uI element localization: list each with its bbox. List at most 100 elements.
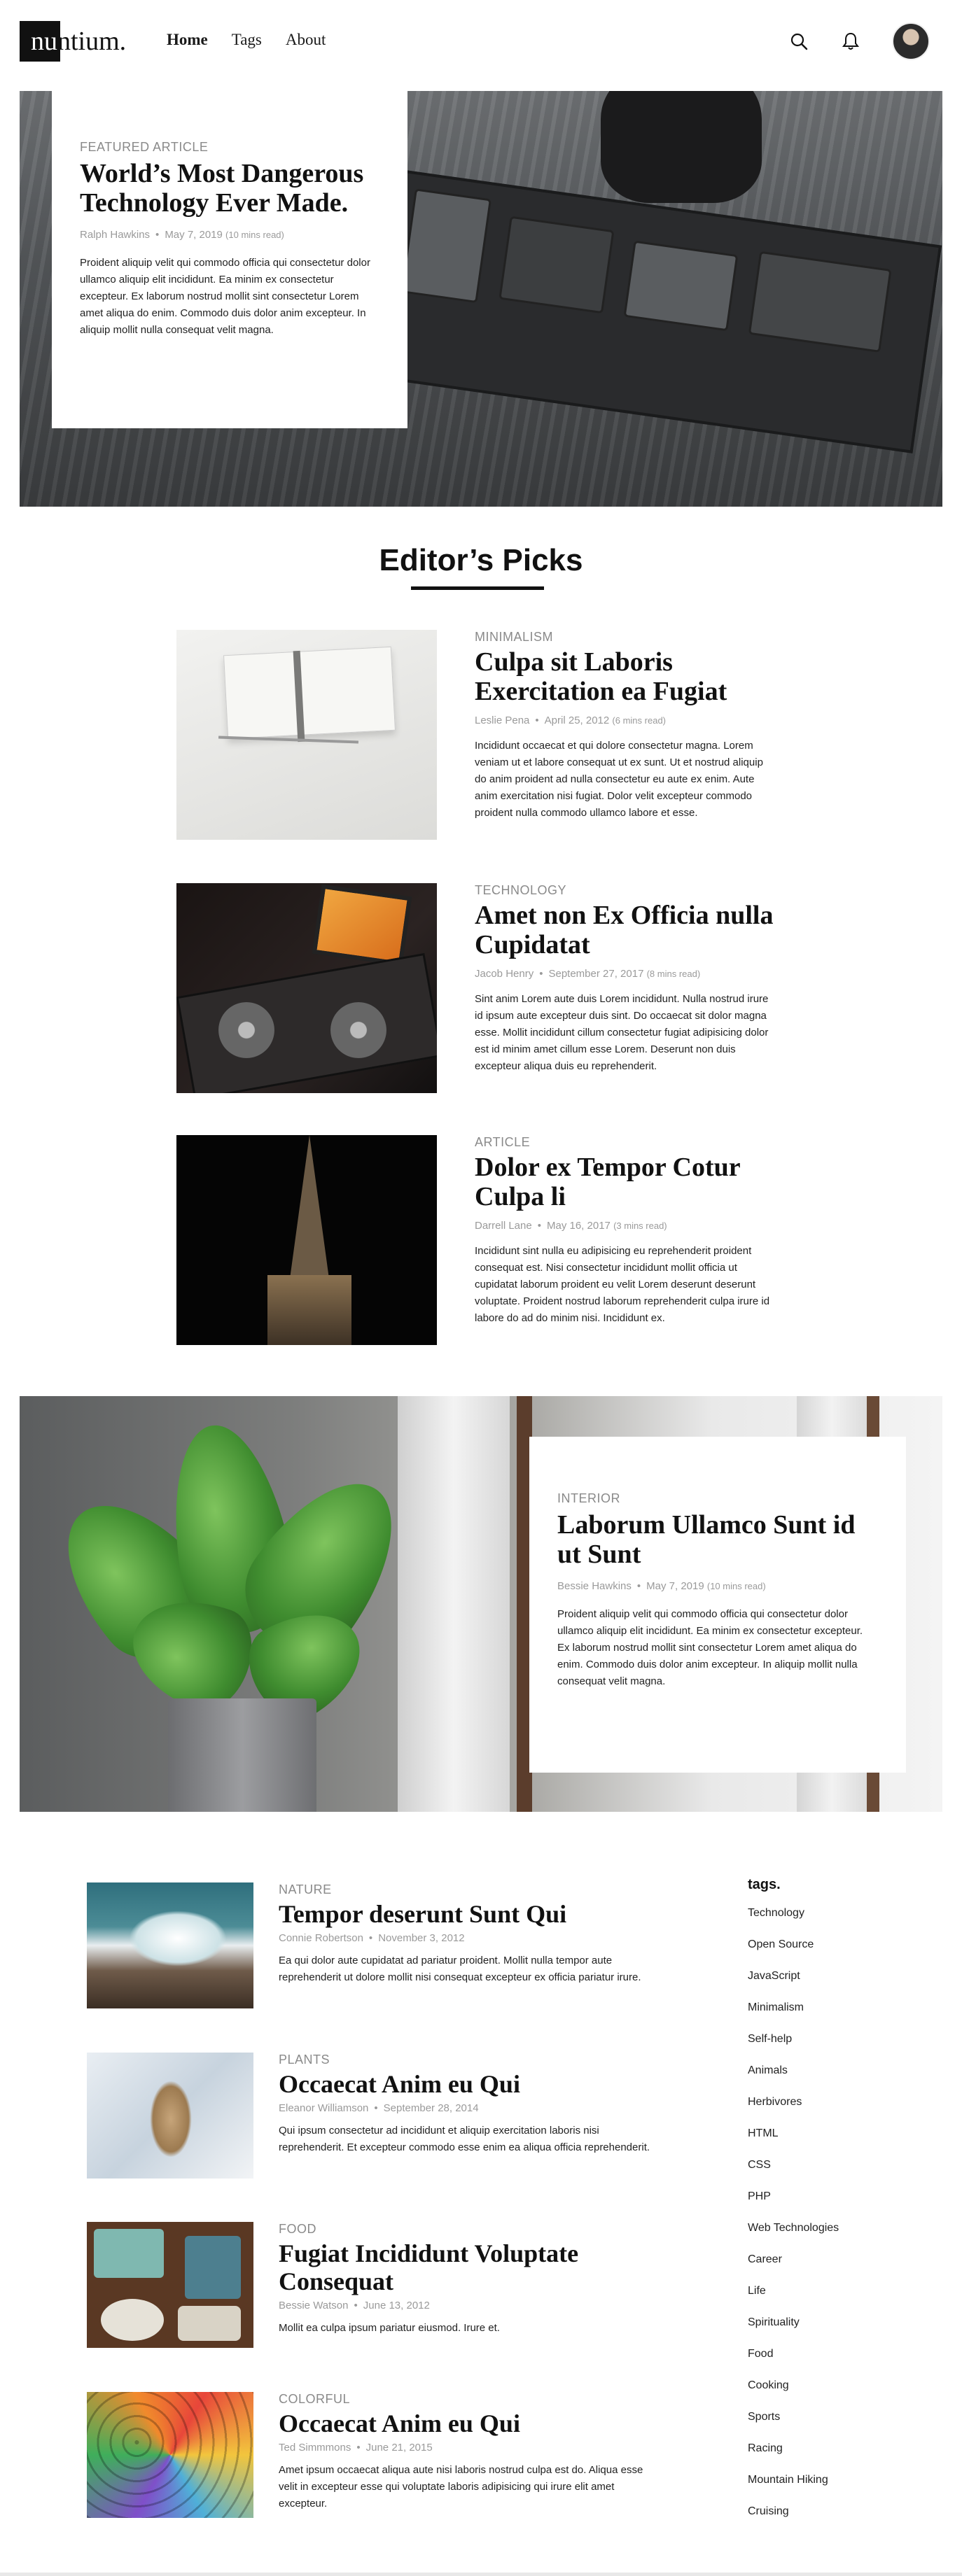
author-name[interactable]: Connie Robertson bbox=[279, 1932, 363, 1944]
publish-date: November 3, 2012 bbox=[378, 1932, 465, 1944]
featured-title[interactable]: World’s Most Dangerous Technology Ever M… bbox=[80, 159, 379, 218]
tag-link[interactable]: Cooking bbox=[748, 2378, 902, 2409]
interior-category: INTERIOR bbox=[557, 1491, 621, 1505]
pick-title[interactable]: Culpa sit Laboris Exercitation ea Fugiat bbox=[475, 647, 777, 706]
author-name[interactable]: Ralph Hawkins bbox=[80, 229, 150, 241]
tag-link[interactable]: HTML bbox=[748, 2126, 902, 2158]
author-name[interactable]: Ted Simmmons bbox=[279, 2442, 351, 2454]
pick-thumbnail[interactable] bbox=[176, 883, 437, 1093]
featured-card: FEATURED ARTICLE World’s Most Dangerous … bbox=[52, 91, 407, 428]
user-avatar[interactable] bbox=[892, 22, 930, 60]
tag-link[interactable]: Spirituality bbox=[748, 2315, 902, 2346]
list-title[interactable]: Occaecat Anim eu Qui bbox=[279, 2409, 661, 2437]
nav-about[interactable]: About bbox=[286, 31, 326, 49]
pick-title[interactable]: Dolor ex Tempor Cotur Culpa li bbox=[475, 1153, 777, 1211]
heading-underline bbox=[411, 586, 544, 590]
editors-picks-heading: Editor’s Picks bbox=[379, 543, 583, 577]
pick-excerpt: Sint anim Lorem aute duis Lorem incididu… bbox=[475, 993, 769, 1072]
tag-link[interactable]: PHP bbox=[748, 2189, 902, 2220]
tag-link[interactable]: Sports bbox=[748, 2409, 902, 2441]
list-meta: Bessie Watson • June 13, 2012 bbox=[279, 2300, 430, 2311]
list-title[interactable]: Tempor deserunt Sunt Qui bbox=[279, 1900, 661, 1928]
author-name[interactable]: Jacob Henry bbox=[475, 968, 534, 980]
tag-link[interactable]: Life bbox=[748, 2283, 902, 2315]
publish-date: April 25, 2012 bbox=[544, 715, 610, 726]
list-thumbnail[interactable] bbox=[87, 2222, 253, 2348]
interior-banner[interactable]: INTERIOR Laborum Ullamco Sunt id ut Sunt… bbox=[20, 1396, 942, 1812]
publish-date: September 28, 2014 bbox=[383, 2102, 479, 2114]
search-icon[interactable] bbox=[788, 31, 809, 52]
featured-category: FEATURED ARTICLE bbox=[80, 140, 209, 154]
pick-thumbnail[interactable] bbox=[176, 630, 437, 840]
featured-hero[interactable]: FEATURED ARTICLE World’s Most Dangerous … bbox=[20, 91, 942, 507]
pick-category: TECHNOLOGY bbox=[475, 883, 567, 897]
tag-link[interactable]: Racing bbox=[748, 2441, 902, 2472]
list-category: FOOD bbox=[279, 2222, 316, 2236]
list-category: COLORFUL bbox=[279, 2392, 351, 2406]
list-item[interactable]: FOOD Fugiat Incididunt Voluptate Consequ… bbox=[87, 2222, 661, 2348]
pick-card[interactable]: MINIMALISM Culpa sit Laboris Exercitatio… bbox=[176, 630, 786, 840]
author-name[interactable]: Bessie Watson bbox=[279, 2300, 349, 2311]
tag-link[interactable]: Web Technologies bbox=[748, 2220, 902, 2252]
author-name[interactable]: Eleanor Williamson bbox=[279, 2102, 368, 2114]
read-time: (10 mins read) bbox=[225, 230, 284, 240]
tag-link[interactable]: CSS bbox=[748, 2158, 902, 2189]
pick-card[interactable]: ARTICLE Dolor ex Tempor Cotur Culpa li D… bbox=[176, 1135, 786, 1345]
read-time: (8 mins read) bbox=[646, 969, 701, 979]
tag-link[interactable]: JavaScript bbox=[748, 1969, 902, 2000]
featured-excerpt: Proident aliquip velit qui commodo offic… bbox=[80, 257, 370, 336]
list-excerpt: Amet ipsum occaecat aliqua aute nisi lab… bbox=[279, 2464, 643, 2510]
pick-category: ARTICLE bbox=[475, 1135, 531, 1149]
pick-meta: Jacob Henry • September 27, 2017 (8 mins r… bbox=[475, 968, 701, 980]
list-thumbnail[interactable] bbox=[87, 2053, 253, 2179]
list-excerpt: Ea qui dolor aute cupidatat ad pariatur … bbox=[279, 1955, 641, 1983]
author-name[interactable]: Bessie Hawkins bbox=[557, 1580, 632, 1592]
tag-list: Technology Open Source JavaScript Minimalis… bbox=[748, 1906, 902, 2535]
publish-date: June 21, 2015 bbox=[365, 2442, 433, 2454]
publish-date: May 7, 2019 bbox=[646, 1580, 704, 1592]
list-item[interactable]: COLORFUL Occaecat Anim eu Qui Ted Simmmo… bbox=[87, 2392, 661, 2518]
list-excerpt: Mollit ea culpa ipsum pariatur eiusmod. … bbox=[279, 2322, 500, 2334]
tag-link[interactable]: Food bbox=[748, 2346, 902, 2378]
interior-excerpt: Proident aliquip velit qui commodo offic… bbox=[557, 1608, 863, 1687]
tag-link[interactable]: Mountain Hiking bbox=[748, 2472, 902, 2504]
tag-link[interactable]: Open Source bbox=[748, 1937, 902, 1969]
pick-thumbnail[interactable] bbox=[176, 1135, 437, 1345]
pick-title[interactable]: Amet non Ex Officia nulla Cupidatat bbox=[475, 901, 777, 959]
tag-link[interactable]: Career bbox=[748, 2252, 902, 2283]
page-bottom-border bbox=[0, 2573, 962, 2576]
featured-meta: Ralph Hawkins • May 7, 2019 (10 mins read) bbox=[80, 229, 284, 241]
list-title[interactable]: Occaecat Anim eu Qui bbox=[279, 2070, 661, 2098]
list-item[interactable]: NATURE Tempor deserunt Sunt Qui Connie R… bbox=[87, 1882, 661, 2008]
tag-link[interactable]: Self-help bbox=[748, 2032, 902, 2063]
plant-pot-image bbox=[168, 1698, 316, 1812]
nav-tags[interactable]: Tags bbox=[232, 31, 262, 49]
tag-link[interactable]: Animals bbox=[748, 2063, 902, 2095]
pick-excerpt: Incididunt sint nulla eu adipisicing eu … bbox=[475, 1245, 770, 1324]
interior-title[interactable]: Laborum Ullamco Sunt id ut Sunt bbox=[557, 1510, 875, 1569]
interior-meta: Bessie Hawkins • May 7, 2019 (10 mins read… bbox=[557, 1580, 766, 1592]
tag-link[interactable]: Technology bbox=[748, 1906, 902, 1937]
tags-title: tags. bbox=[748, 1877, 781, 1892]
list-thumbnail[interactable] bbox=[87, 2392, 253, 2518]
list-thumbnail[interactable] bbox=[87, 1882, 253, 2008]
read-time: (3 mins read) bbox=[613, 1220, 667, 1231]
site-logo[interactable]: nuntium. bbox=[20, 21, 126, 62]
tag-link[interactable]: Herbivores bbox=[748, 2095, 902, 2126]
tag-link[interactable]: Minimalism bbox=[748, 2000, 902, 2032]
header-actions bbox=[788, 22, 930, 60]
nav-home[interactable]: Home bbox=[167, 31, 208, 49]
pick-category: MINIMALISM bbox=[475, 630, 554, 644]
bell-icon[interactable] bbox=[840, 31, 861, 52]
main-nav: Home Tags About bbox=[167, 31, 326, 49]
author-name[interactable]: Leslie Pena bbox=[475, 715, 529, 726]
list-title[interactable]: Fugiat Incididunt Voluptate Consequat bbox=[279, 2239, 661, 2295]
pick-card[interactable]: TECHNOLOGY Amet non Ex Officia nulla Cup… bbox=[176, 883, 786, 1093]
list-item[interactable]: PLANTS Occaecat Anim eu Qui Eleanor Will… bbox=[87, 2053, 661, 2179]
tags-sidebar: tags. Technology Open Source JavaScript Min… bbox=[748, 1877, 902, 2535]
publish-date: June 13, 2012 bbox=[363, 2300, 430, 2311]
publish-date: May 16, 2017 bbox=[546, 1220, 611, 1232]
author-name[interactable]: Darrell Lane bbox=[475, 1220, 532, 1232]
tag-link[interactable]: Cruising bbox=[748, 2504, 902, 2535]
list-excerpt: Qui ipsum consectetur ad incididunt et a… bbox=[279, 2125, 650, 2153]
